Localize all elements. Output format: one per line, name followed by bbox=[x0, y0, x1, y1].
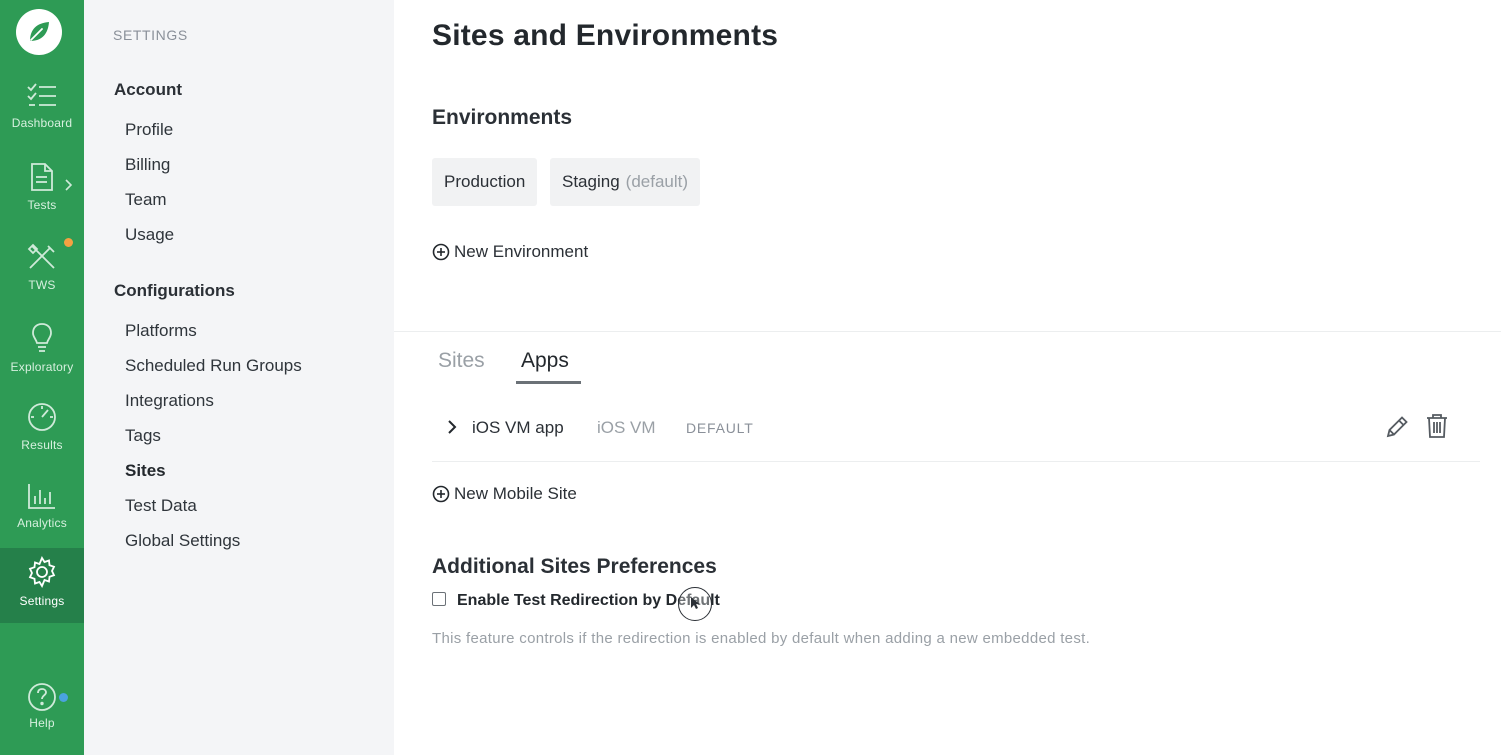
preferences-heading: Additional Sites Preferences bbox=[432, 555, 717, 578]
section-divider bbox=[394, 331, 1501, 332]
rail-item-help[interactable]: Help bbox=[0, 676, 84, 752]
lightbulb-icon bbox=[32, 323, 52, 352]
sidebar-item-sites[interactable]: Sites bbox=[125, 461, 166, 481]
rail-item-settings[interactable]: Settings bbox=[0, 548, 84, 623]
rail-label: Tests bbox=[27, 198, 57, 212]
environment-chip-staging[interactable]: Staging (default) bbox=[550, 158, 701, 206]
sidebar-group-configurations: Configurations bbox=[114, 281, 235, 300]
app-icon-rail: Dashboard Tests TWS Exploratory Results bbox=[0, 0, 84, 755]
redirection-help-text: This feature controls if the redirection… bbox=[432, 630, 1091, 647]
app-row: iOS VM app iOS VM DEFAULT bbox=[432, 402, 1480, 462]
plus-circle-icon bbox=[432, 485, 450, 503]
main-content: Sites and Environments Environments Prod… bbox=[394, 0, 1501, 755]
rail-item-exploratory[interactable]: Exploratory bbox=[0, 314, 84, 390]
tab-apps[interactable]: Apps bbox=[521, 349, 569, 373]
environments-heading: Environments bbox=[432, 106, 573, 129]
rail-label: Results bbox=[21, 438, 63, 452]
sidebar-item-scheduled-run-groups[interactable]: Scheduled Run Groups bbox=[125, 356, 302, 376]
pointer-icon bbox=[691, 597, 700, 609]
app-platform: iOS VM bbox=[597, 418, 656, 437]
sidebar-item-tags[interactable]: Tags bbox=[125, 426, 161, 446]
environment-name: Production bbox=[444, 172, 526, 191]
sidebar-item-platforms[interactable]: Platforms bbox=[125, 321, 197, 341]
plus-circle-icon bbox=[432, 243, 450, 261]
environment-chip-production[interactable]: Production bbox=[432, 158, 538, 206]
rail-label: Exploratory bbox=[10, 360, 74, 374]
app-name: iOS VM app bbox=[472, 418, 564, 437]
sidebar-item-profile[interactable]: Profile bbox=[125, 120, 173, 140]
document-icon bbox=[31, 163, 53, 191]
notification-dot bbox=[64, 238, 73, 247]
rail-label: Analytics bbox=[17, 516, 67, 530]
rail-item-tests[interactable]: Tests bbox=[0, 154, 84, 230]
page-title: Sites and Environments bbox=[432, 19, 779, 52]
sidebar-item-integrations[interactable]: Integrations bbox=[125, 391, 214, 411]
active-tab-indicator bbox=[516, 381, 581, 384]
new-mobile-site-button[interactable]: New Mobile Site bbox=[432, 484, 577, 504]
sidebar-item-test-data[interactable]: Test Data bbox=[125, 496, 197, 516]
enable-redirection-checkbox[interactable] bbox=[432, 592, 446, 606]
rail-label: TWS bbox=[28, 278, 56, 292]
default-badge: DEFAULT bbox=[686, 420, 754, 436]
rail-item-analytics[interactable]: Analytics bbox=[0, 474, 84, 550]
sidebar-item-team[interactable]: Team bbox=[125, 190, 167, 210]
notification-dot bbox=[59, 693, 68, 702]
sidebar-item-usage[interactable]: Usage bbox=[125, 225, 174, 245]
sidebar-item-global-settings[interactable]: Global Settings bbox=[125, 531, 240, 551]
rail-label: Help bbox=[29, 716, 55, 730]
checklist-icon bbox=[27, 83, 56, 106]
chevron-right-icon bbox=[65, 179, 73, 191]
environment-name: Staging bbox=[562, 172, 620, 191]
environment-default-tag: (default) bbox=[625, 172, 689, 191]
mouse-cursor-indicator bbox=[678, 587, 712, 621]
leaf-logo-icon[interactable] bbox=[16, 9, 62, 55]
sidebar-item-billing[interactable]: Billing bbox=[125, 155, 170, 175]
new-environment-label: New Environment bbox=[454, 242, 589, 261]
chevron-right-icon[interactable] bbox=[446, 418, 458, 436]
new-environment-button[interactable]: New Environment bbox=[432, 242, 588, 262]
tab-sites[interactable]: Sites bbox=[438, 349, 485, 373]
settings-sidebar: SETTINGS Account Profile Billing Team Us… bbox=[84, 0, 394, 755]
sidebar-title: SETTINGS bbox=[113, 27, 188, 43]
pencil-icon[interactable] bbox=[1384, 414, 1410, 440]
rail-item-results[interactable]: Results bbox=[0, 394, 84, 470]
rail-item-dashboard[interactable]: Dashboard bbox=[0, 74, 84, 150]
rail-label: Dashboard bbox=[11, 116, 73, 130]
new-mobile-site-label: New Mobile Site bbox=[454, 484, 577, 503]
sidebar-group-account: Account bbox=[114, 80, 182, 99]
tools-icon bbox=[27, 243, 55, 269]
rail-label: Settings bbox=[19, 594, 65, 608]
gear-icon bbox=[28, 556, 56, 588]
rail-item-tws[interactable]: TWS bbox=[0, 234, 84, 310]
gauge-icon bbox=[28, 403, 56, 431]
question-circle-icon bbox=[28, 683, 56, 711]
trash-icon[interactable] bbox=[1426, 413, 1448, 439]
bar-chart-icon bbox=[28, 484, 55, 509]
